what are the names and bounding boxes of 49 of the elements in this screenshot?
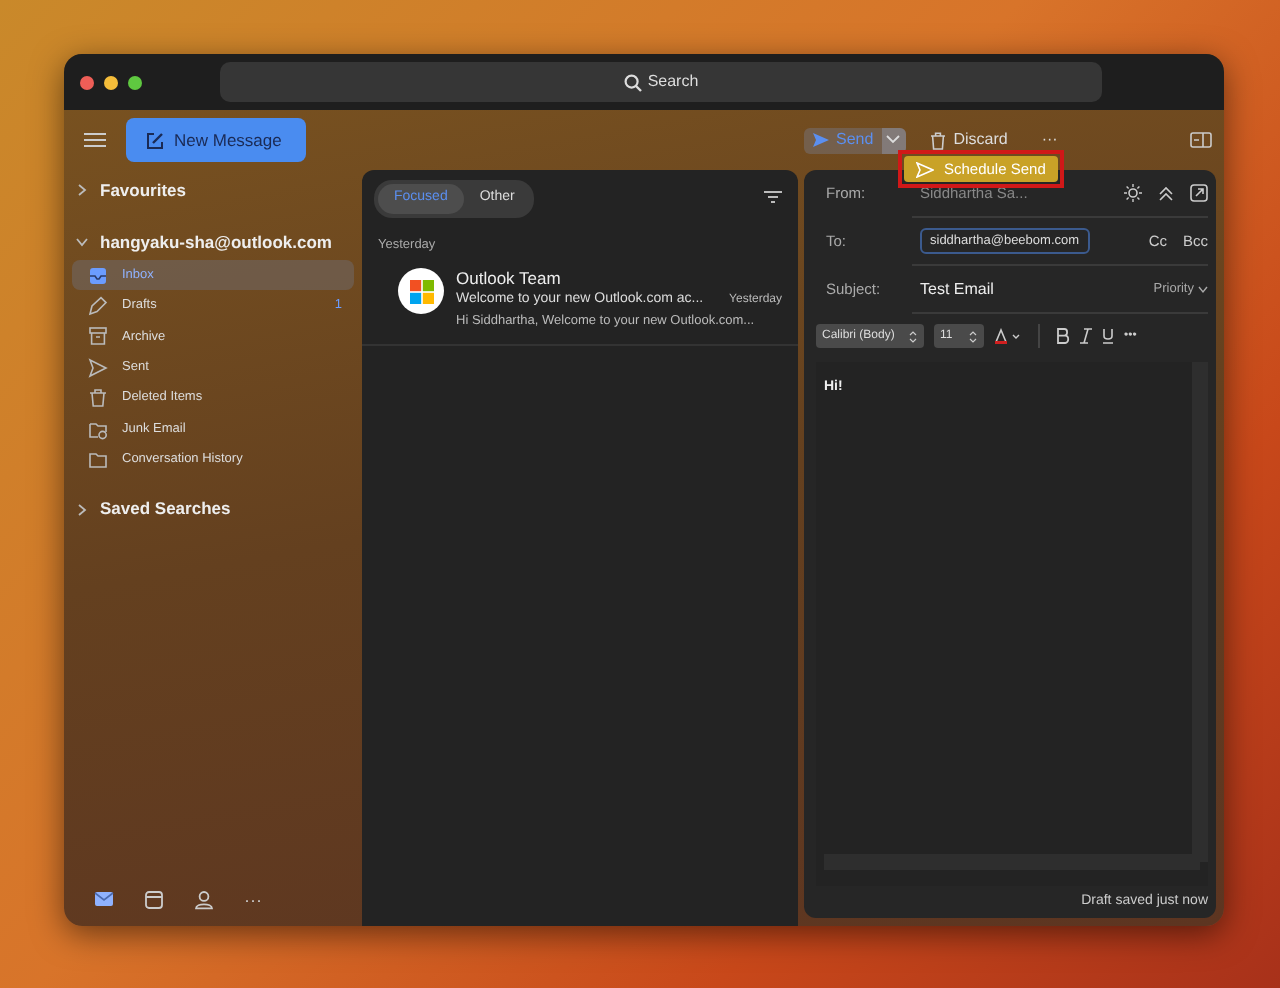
paper-plane-icon	[88, 357, 108, 378]
chevron-right-icon	[76, 503, 88, 516]
archive-box-icon	[88, 326, 108, 347]
sidebar-section-header[interactable]: Saved Searches	[72, 491, 354, 528]
up-down-arrows-icon	[908, 329, 918, 343]
up-down-arrows-icon	[968, 329, 978, 343]
chevron-down-icon	[76, 236, 88, 248]
four-squares-logo	[409, 279, 433, 304]
mail-icon[interactable]	[94, 890, 114, 910]
more-button[interactable]: ···	[244, 890, 262, 910]
filter-button[interactable]	[764, 190, 782, 205]
chevron-right-icon	[76, 184, 88, 196]
panel-toggle-button[interactable]	[1190, 132, 1212, 148]
discard-button[interactable]: Discard	[929, 128, 1008, 152]
more-button[interactable]: ···	[1041, 128, 1058, 152]
trash-icon	[88, 388, 108, 409]
double-chevron-up-icon[interactable]	[1158, 185, 1174, 201]
bold-icon[interactable]	[1056, 328, 1070, 344]
sidebar-section-header[interactable]: Favourites	[72, 172, 354, 208]
close-button[interactable]	[80, 75, 94, 89]
person-icon[interactable]	[194, 890, 214, 910]
pencil-icon	[88, 296, 108, 317]
folder-icon	[88, 450, 108, 471]
caret-icon	[886, 134, 901, 145]
filter-lines-icon	[764, 190, 782, 205]
sidebar-section-header[interactable]: hangyaku-sha@outlook.com	[72, 224, 354, 260]
chevron-down-icon	[1198, 285, 1208, 293]
dropdown-caret-button[interactable]	[881, 127, 906, 153]
message-sender: Outlook Team	[456, 268, 563, 291]
minimize-button[interactable]	[104, 75, 118, 89]
paper-plane-icon	[916, 161, 934, 177]
compose-icon	[146, 131, 164, 149]
subject-field[interactable]: Test Email	[920, 277, 1138, 301]
search-field[interactable]: Search	[220, 62, 1102, 102]
new-message-button[interactable]: New Message	[126, 118, 306, 162]
font-color-icon[interactable]	[994, 328, 1022, 344]
inbox-icon	[88, 265, 108, 286]
menu-icon[interactable]	[84, 132, 106, 148]
search-icon	[623, 73, 642, 91]
underline-icon[interactable]	[1102, 328, 1114, 344]
sun-icon[interactable]	[1124, 184, 1142, 202]
zoom-button[interactable]	[128, 75, 142, 89]
calendar-icon[interactable]	[144, 890, 164, 910]
pop-out-icon[interactable]	[1190, 184, 1208, 202]
italic-icon[interactable]	[1080, 328, 1092, 344]
trash-icon	[929, 131, 946, 149]
paper-plane-icon	[812, 132, 830, 148]
sidebar-panel-icon	[1190, 132, 1212, 148]
folder-icon	[88, 419, 108, 440]
